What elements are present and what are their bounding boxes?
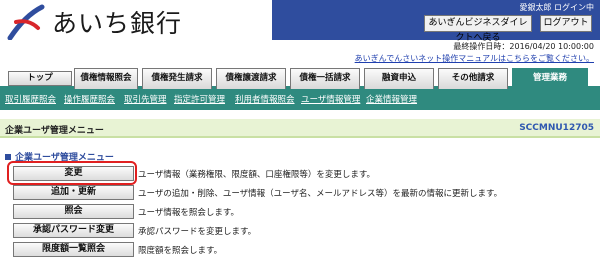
bank-name: あいち銀行 [52,9,183,38]
menu-description: 承認パスワードを変更します。 [138,227,257,237]
menu-description: ユーザの追加・削除、ユーザ情報（ユーザ名、メールアドレス等）を最新の情報に更新し… [138,189,503,199]
inquiry-button[interactable]: 照会 [13,204,134,219]
tab-loan-application[interactable]: 融資申込 [364,68,434,89]
bullet-square-icon [5,153,11,160]
main-tabs: トップ 債権情報照会 債権発生請求 債権譲渡請求 債権一括請求 融資申込 その他… [0,65,600,89]
bank-logo: あいち銀行 [6,4,183,41]
menu-description: ユーザ情報（業務権限、限度額、口座権限等）を変更します。 [138,170,375,180]
change-button[interactable]: 変更 [13,166,134,181]
menu-row: 承認パスワード変更 承認パスワードを変更します。 [13,223,593,238]
last-operation-time: 最終操作日時：2016/04/20 10:00:00 [453,42,594,51]
menu-description: 限度額を照会します。 [138,246,223,256]
submenu-permission-management[interactable]: 指定許可管理 [174,93,225,105]
menu-row: 限度額一覧照会 限度額を照会します。 [13,242,593,257]
tab-credit-bulk[interactable]: 債権一括請求 [290,68,360,89]
tab-credit-transfer[interactable]: 債権譲渡請求 [216,68,286,89]
submenu-company-management[interactable]: 企業情報管理 [366,93,417,105]
logged-in-user: 愛銀太郎 ログイン中 [519,3,594,12]
header: あいち銀行 愛銀太郎 ログイン中 あいぎんビジネスダイレクトへ戻る ログアウト … [0,0,600,66]
submenu-transaction-history[interactable]: 取引履歴照会 [5,93,56,105]
tab-other-requests[interactable]: その他請求 [438,68,508,89]
tab-management[interactable]: 管理業務 [512,68,588,89]
menu-row: 照会 ユーザ情報を照会します。 [13,204,593,219]
screen-code: SCCMNU12705 [519,123,594,133]
menu-description: ユーザ情報を照会します。 [138,208,239,218]
tab-top[interactable]: トップ [8,71,72,86]
menu-row: 変更 ユーザ情報（業務権限、限度額、口座権限等）を変更します。 [13,166,593,181]
page-title: 企業ユーザ管理メニュー [5,126,104,136]
page-title-bar: 企業ユーザ管理メニュー SCCMNU12705 [0,119,600,138]
approval-password-change-button[interactable]: 承認パスワード変更 [13,223,134,238]
submenu-user-management[interactable]: ユーザ情報管理 [301,93,360,105]
submenu-operation-history[interactable]: 操作履歴照会 [64,93,115,105]
manual-link[interactable]: あいぎんでんさいネット操作マニュアルはこちらをご覧ください。 [355,53,594,64]
add-update-button[interactable]: 追加・更新 [13,185,134,200]
menu-row: 追加・更新 ユーザの追加・削除、ユーザ情報（ユーザ名、メールアドレス等）を最新の… [13,185,593,200]
submenu-partner-management[interactable]: 取引先管理 [124,93,167,105]
logout-button[interactable]: ログアウト [540,15,592,32]
return-direct-button[interactable]: あいぎんビジネスダイレクトへ戻る [424,15,532,43]
bank-logo-icon [6,4,46,41]
tab-credit-inquiry[interactable]: 債権情報照会 [74,68,138,89]
tab-credit-issue[interactable]: 債権発生請求 [142,68,212,89]
limit-list-inquiry-button[interactable]: 限度額一覧照会 [13,242,134,257]
submenu-user-info-inquiry[interactable]: 利用者情報照会 [235,93,295,105]
sub-navigation: 取引履歴照会 操作履歴照会 取引先管理 指定許可管理 利用者情報照会 ユーザ情報… [0,89,600,110]
